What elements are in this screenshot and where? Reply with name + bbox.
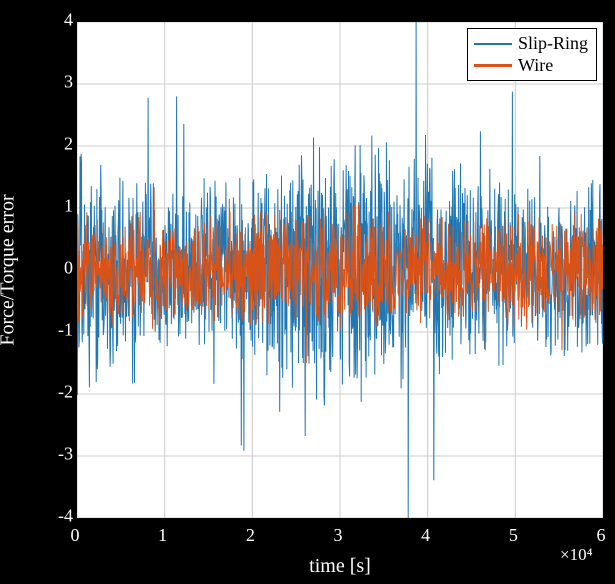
y-tick-label: 1 bbox=[64, 196, 73, 217]
plot-svg bbox=[77, 22, 603, 518]
x-tick-label: 1 bbox=[158, 525, 167, 546]
y-tick-label: -4 bbox=[58, 506, 73, 527]
y-axis-label: Force/Torque error bbox=[0, 194, 20, 345]
y-tick-label: 3 bbox=[64, 72, 73, 93]
legend-label: Slip-Ring bbox=[518, 33, 588, 55]
x-tick-label: 6 bbox=[597, 525, 606, 546]
y-tick-label: 2 bbox=[64, 134, 73, 155]
y-tick-label: -2 bbox=[58, 382, 73, 403]
x-tick-label: 5 bbox=[509, 525, 518, 546]
legend-item: Wire bbox=[474, 55, 588, 77]
legend-swatch-slip-ring bbox=[474, 43, 512, 46]
x-tick-label: 3 bbox=[334, 525, 343, 546]
y-tick-label: 4 bbox=[64, 10, 73, 31]
x-axis-multiplier: ×10⁴ bbox=[560, 545, 593, 565]
y-tick-label: 0 bbox=[64, 258, 73, 279]
x-tick-label: 4 bbox=[421, 525, 430, 546]
y-tick-label: -3 bbox=[58, 444, 73, 465]
chart-legend: Slip-Ring Wire bbox=[467, 28, 597, 81]
legend-item: Slip-Ring bbox=[474, 33, 588, 55]
x-axis-label: time [s] bbox=[309, 555, 371, 578]
legend-swatch-wire bbox=[474, 64, 512, 67]
y-tick-label: -1 bbox=[58, 320, 73, 341]
x-tick-label: 0 bbox=[71, 525, 80, 546]
chart-plot-area: Slip-Ring Wire bbox=[75, 20, 605, 520]
legend-label: Wire bbox=[518, 55, 553, 77]
x-tick-label: 2 bbox=[246, 525, 255, 546]
